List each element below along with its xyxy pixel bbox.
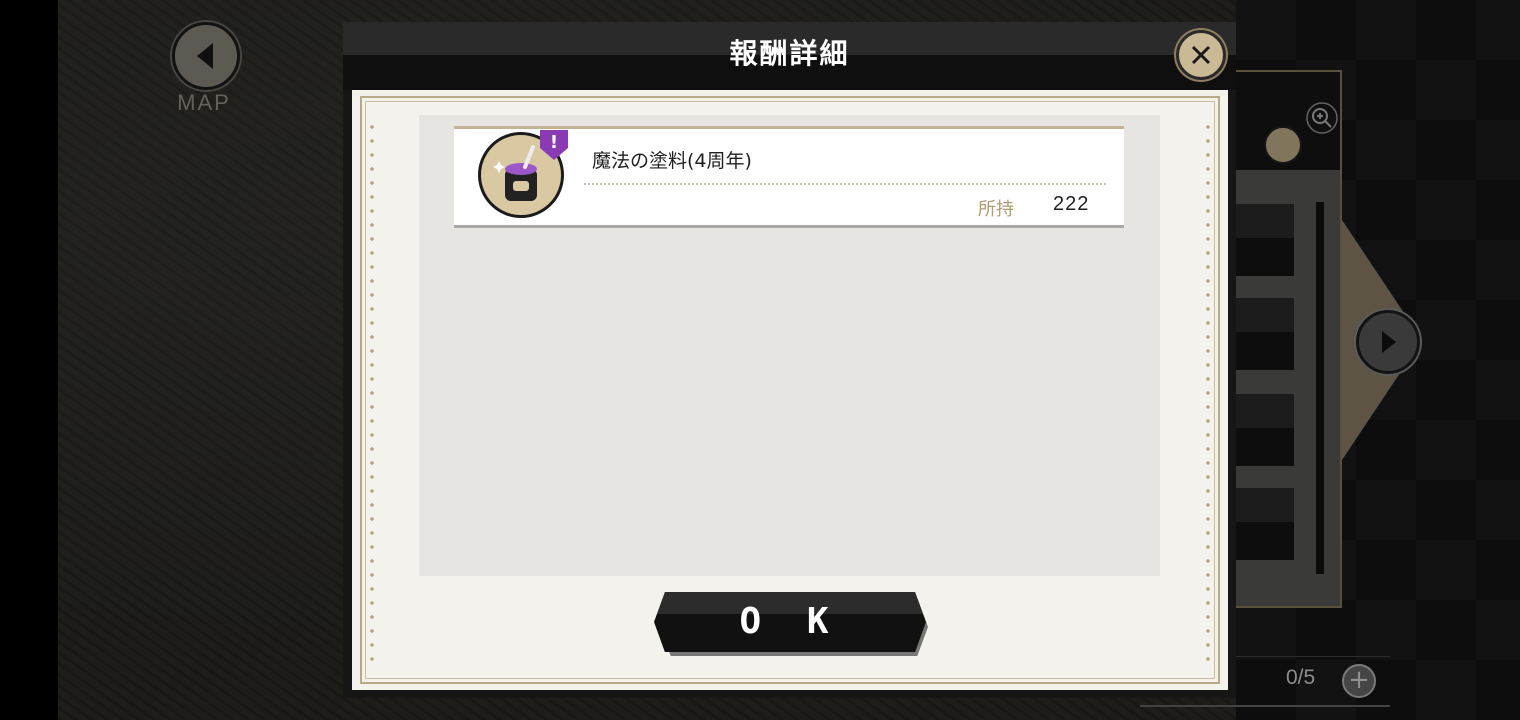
owned-label: 所持 xyxy=(978,199,1014,220)
close-button[interactable] xyxy=(1176,30,1226,80)
item-divider xyxy=(584,183,1106,185)
ok-button[interactable]: O K xyxy=(654,592,926,652)
dotted-border-right xyxy=(1206,120,1210,670)
owned-value: 222 xyxy=(1053,193,1090,215)
close-icon xyxy=(1191,45,1211,65)
dialog-title: 報酬詳細 xyxy=(729,37,850,70)
reward-item-name: 魔法の塗料(4周年) xyxy=(592,150,752,172)
dotted-border-left xyxy=(370,120,374,670)
